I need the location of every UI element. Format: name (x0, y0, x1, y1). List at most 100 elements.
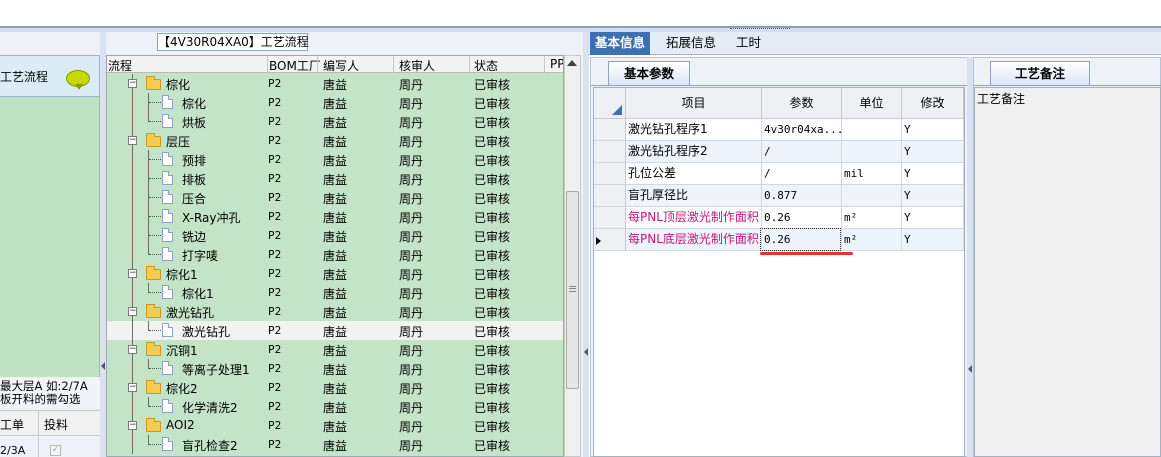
tab-process-notes[interactable]: 工艺备注 (990, 61, 1090, 85)
status-cell: 已审核 (474, 211, 511, 225)
column-header-reviewer[interactable]: 核审人 (399, 57, 435, 74)
bom-factory-cell: P2 (268, 172, 282, 185)
param-row[interactable]: 激光钻孔程序1 4v30r04xa... Y (594, 119, 964, 141)
column-header-flow[interactable]: 流程 (108, 57, 132, 74)
param-item-cell[interactable]: 每PNL底层激光制作面积 (626, 229, 762, 251)
collapse-node-icon[interactable]: − (128, 269, 137, 278)
column-header-feed[interactable]: 投料 (44, 416, 68, 433)
param-row[interactable]: 激光钻孔程序2/ Y (594, 141, 964, 163)
status-cell: 已审核 (474, 249, 511, 263)
collapse-left-arrow-icon[interactable] (101, 362, 105, 370)
writer-cell: 唐益 (323, 97, 348, 111)
collapse-node-icon[interactable]: − (128, 307, 137, 316)
collapse-node-icon[interactable]: − (128, 79, 137, 88)
tree-row[interactable]: X-Ray冲孔 P2 唐益 周丹 已审核 (107, 207, 563, 226)
param-value-cell[interactable]: / (762, 163, 842, 185)
reviewer-cell: 周丹 (399, 420, 424, 434)
column-header-unit[interactable]: 单位 (842, 88, 902, 119)
tree-row[interactable]: − 棕化 P2 唐益 周丹 已审核 (107, 74, 563, 93)
tree-row[interactable]: − 棕化1 P2 唐益 周丹 已审核 (107, 264, 563, 283)
tree-row[interactable]: 铣边 P2 唐益 周丹 已审核 (107, 226, 563, 245)
tree-branch (149, 444, 161, 445)
reviewer-cell: 周丹 (399, 344, 424, 358)
param-item-cell[interactable]: 激光钻孔程序2 (626, 141, 762, 163)
param-modify-cell[interactable]: Y (902, 119, 964, 141)
collapse-node-icon[interactable]: − (128, 136, 137, 145)
param-row[interactable]: 孔位公差 / mil Y (594, 163, 964, 185)
param-modify-cell[interactable]: Y (902, 207, 964, 229)
tree-row[interactable]: 等离子处理1 P2 唐益 周丹 已审核 (107, 359, 563, 378)
status-cell: 已审核 (474, 306, 511, 320)
param-item-cell[interactable]: 每PNL顶层激光制作面积 (626, 207, 762, 229)
bom-factory-cell: P2 (268, 305, 282, 318)
column-divider (544, 56, 545, 73)
column-header-writer[interactable]: 编写人 (323, 57, 359, 74)
collapse-right-arrow-icon[interactable] (968, 365, 972, 373)
param-row[interactable]: 盲孔厚径比 0.877 Y (594, 185, 964, 207)
process-tree-grid[interactable]: 流程 BOM工厂 编写人 核审人 状态 PP − 棕化 P2 唐益 周丹 已审核 棕化 P2 唐… (106, 55, 564, 457)
tree-row[interactable]: − 沉铜1 P2 唐益 周丹 已审核 (107, 340, 563, 359)
top-bar (0, 0, 1161, 26)
tree-row[interactable]: 化学清洗2 P2 唐益 周丹 已审核 (107, 397, 563, 416)
collapse-node-icon[interactable]: − (128, 383, 137, 392)
param-value-cell[interactable]: / (762, 141, 842, 163)
tree-row[interactable]: 棕化 P2 唐益 周丹 已审核 (107, 93, 563, 112)
comment-bubble-icon[interactable] (66, 70, 90, 90)
tree-row[interactable]: 压合 P2 唐益 周丹 已审核 (107, 188, 563, 207)
tree-branch (149, 197, 161, 198)
tree-row[interactable]: 打字唛 P2 唐益 周丹 已审核 (107, 245, 563, 264)
column-header-modify[interactable]: 修改 (902, 88, 964, 119)
tab-basic-info[interactable]: 基本信息 (590, 32, 651, 55)
param-modify-cell[interactable]: Y (902, 229, 964, 251)
tree-row[interactable]: 烘板 P2 唐益 周丹 已审核 (107, 112, 563, 131)
column-header-workorder[interactable]: 工单 (0, 416, 24, 433)
param-row[interactable]: 每PNL顶层激光制作面积 0.26 m² Y (594, 207, 964, 229)
param-unit-cell[interactable] (842, 119, 902, 141)
column-header-item[interactable]: 项目 (626, 88, 762, 119)
param-unit-cell[interactable] (842, 141, 902, 163)
subtab-underline (591, 85, 967, 86)
param-edit-focus[interactable] (760, 228, 841, 251)
param-modify-cell[interactable]: Y (902, 163, 964, 185)
param-item-cell[interactable]: 激光钻孔程序1 (626, 119, 762, 141)
tree-row[interactable]: 排板 P2 唐益 周丹 已审核 (107, 169, 563, 188)
tree-row[interactable]: 棕化1 P2 唐益 周丹 已审核 (107, 283, 563, 302)
collapse-node-icon[interactable]: − (128, 421, 137, 430)
scroll-up-arrow-icon[interactable] (567, 60, 577, 66)
tree-row[interactable]: 激光钻孔 P2 唐益 周丹 已审核 (107, 321, 563, 340)
tree-row[interactable]: − 棕化2 P2 唐益 周丹 已审核 (107, 378, 563, 397)
param-unit-cell[interactable]: m² (842, 229, 902, 251)
document-icon (162, 209, 173, 223)
param-value-cell[interactable]: 0.877 (762, 185, 842, 207)
param-item-cell[interactable]: 孔位公差 (626, 163, 762, 185)
param-unit-cell[interactable]: mil (842, 163, 902, 185)
param-value-cell[interactable]: 4v30r04xa... (762, 119, 842, 141)
tree-row[interactable]: − AOI2 P2 唐益 周丹 已审核 (107, 416, 563, 435)
feed-checkbox[interactable]: ✓ (50, 445, 61, 456)
column-header-bom[interactable]: BOM工厂 (269, 57, 321, 74)
select-all-corner-icon[interactable] (612, 105, 622, 115)
column-header-pp[interactable]: PP (550, 57, 563, 71)
tree-row[interactable]: − 激光钻孔 P2 唐益 周丹 已审核 (107, 302, 563, 321)
column-header-status[interactable]: 状态 (474, 57, 498, 74)
tab-basic-params[interactable]: 基本参数 (608, 61, 690, 85)
left-grid-cell-workorder[interactable]: 2/3A (0, 444, 25, 457)
tab-work-hours[interactable]: 工时 (731, 32, 766, 55)
column-header-param[interactable]: 参数 (762, 88, 842, 119)
param-modify-cell[interactable]: Y (902, 141, 964, 163)
param-unit-cell[interactable]: m² (842, 207, 902, 229)
document-icon (162, 361, 173, 375)
middle-splitter[interactable] (583, 32, 589, 457)
collapse-middle-arrow-icon[interactable] (584, 348, 588, 356)
status-cell: 已审核 (474, 439, 511, 453)
tree-row[interactable]: − 层压 P2 唐益 周丹 已审核 (107, 131, 563, 150)
collapse-node-icon[interactable]: − (128, 345, 137, 354)
param-unit-cell[interactable] (842, 185, 902, 207)
tab-extended-info[interactable]: 拓展信息 (661, 32, 721, 55)
param-modify-cell[interactable]: Y (902, 185, 964, 207)
process-notes-textarea[interactable] (974, 87, 1161, 457)
tree-row[interactable]: 盲孔检查2 P2 唐益 周丹 已审核 (107, 435, 563, 454)
param-value-cell[interactable]: 0.26 (762, 207, 842, 229)
tree-row[interactable]: 预排 P2 唐益 周丹 已审核 (107, 150, 563, 169)
param-item-cell[interactable]: 盲孔厚径比 (626, 185, 762, 207)
